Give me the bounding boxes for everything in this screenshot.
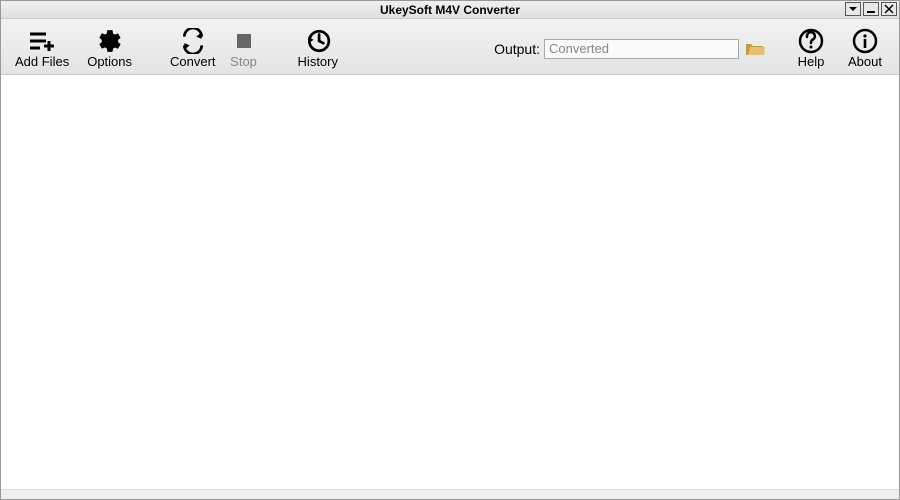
dropdown-button[interactable]	[845, 2, 861, 16]
add-files-label: Add Files	[15, 54, 69, 69]
window-title: UkeySoft M4V Converter	[380, 3, 520, 17]
history-icon	[304, 28, 332, 54]
minimize-button[interactable]	[863, 2, 879, 16]
stop-button[interactable]: Stop	[220, 26, 268, 71]
output-path-input[interactable]	[544, 39, 739, 59]
convert-button[interactable]: Convert	[166, 26, 220, 71]
history-button[interactable]: History	[294, 26, 342, 71]
stop-label: Stop	[230, 54, 257, 69]
folder-icon	[745, 41, 765, 57]
title-bar: UkeySoft M4V Converter	[1, 1, 899, 19]
toolbar: Add Files Options	[1, 19, 899, 75]
output-group: Output:	[494, 39, 765, 59]
convert-label: Convert	[170, 54, 216, 69]
info-icon	[851, 28, 879, 54]
close-button[interactable]	[881, 2, 897, 16]
content-area	[1, 75, 899, 489]
status-bar	[1, 489, 899, 499]
help-icon	[797, 28, 825, 54]
gear-icon	[96, 28, 124, 54]
history-label: History	[298, 54, 338, 69]
toolbar-left: Add Files Options	[11, 26, 136, 71]
options-button[interactable]: Options	[83, 26, 136, 71]
add-files-button[interactable]: Add Files	[11, 26, 73, 71]
toolbar-right: Help About	[787, 26, 889, 71]
app-window: UkeySoft M4V Converter	[0, 0, 900, 500]
browse-folder-button[interactable]	[745, 40, 765, 58]
stop-icon	[230, 28, 258, 54]
about-button[interactable]: About	[841, 26, 889, 71]
window-controls	[845, 2, 897, 16]
convert-icon	[179, 28, 207, 54]
options-label: Options	[87, 54, 132, 69]
add-files-icon	[28, 28, 56, 54]
help-label: Help	[798, 54, 825, 69]
help-button[interactable]: Help	[787, 26, 835, 71]
about-label: About	[848, 54, 882, 69]
output-label: Output:	[494, 41, 540, 57]
